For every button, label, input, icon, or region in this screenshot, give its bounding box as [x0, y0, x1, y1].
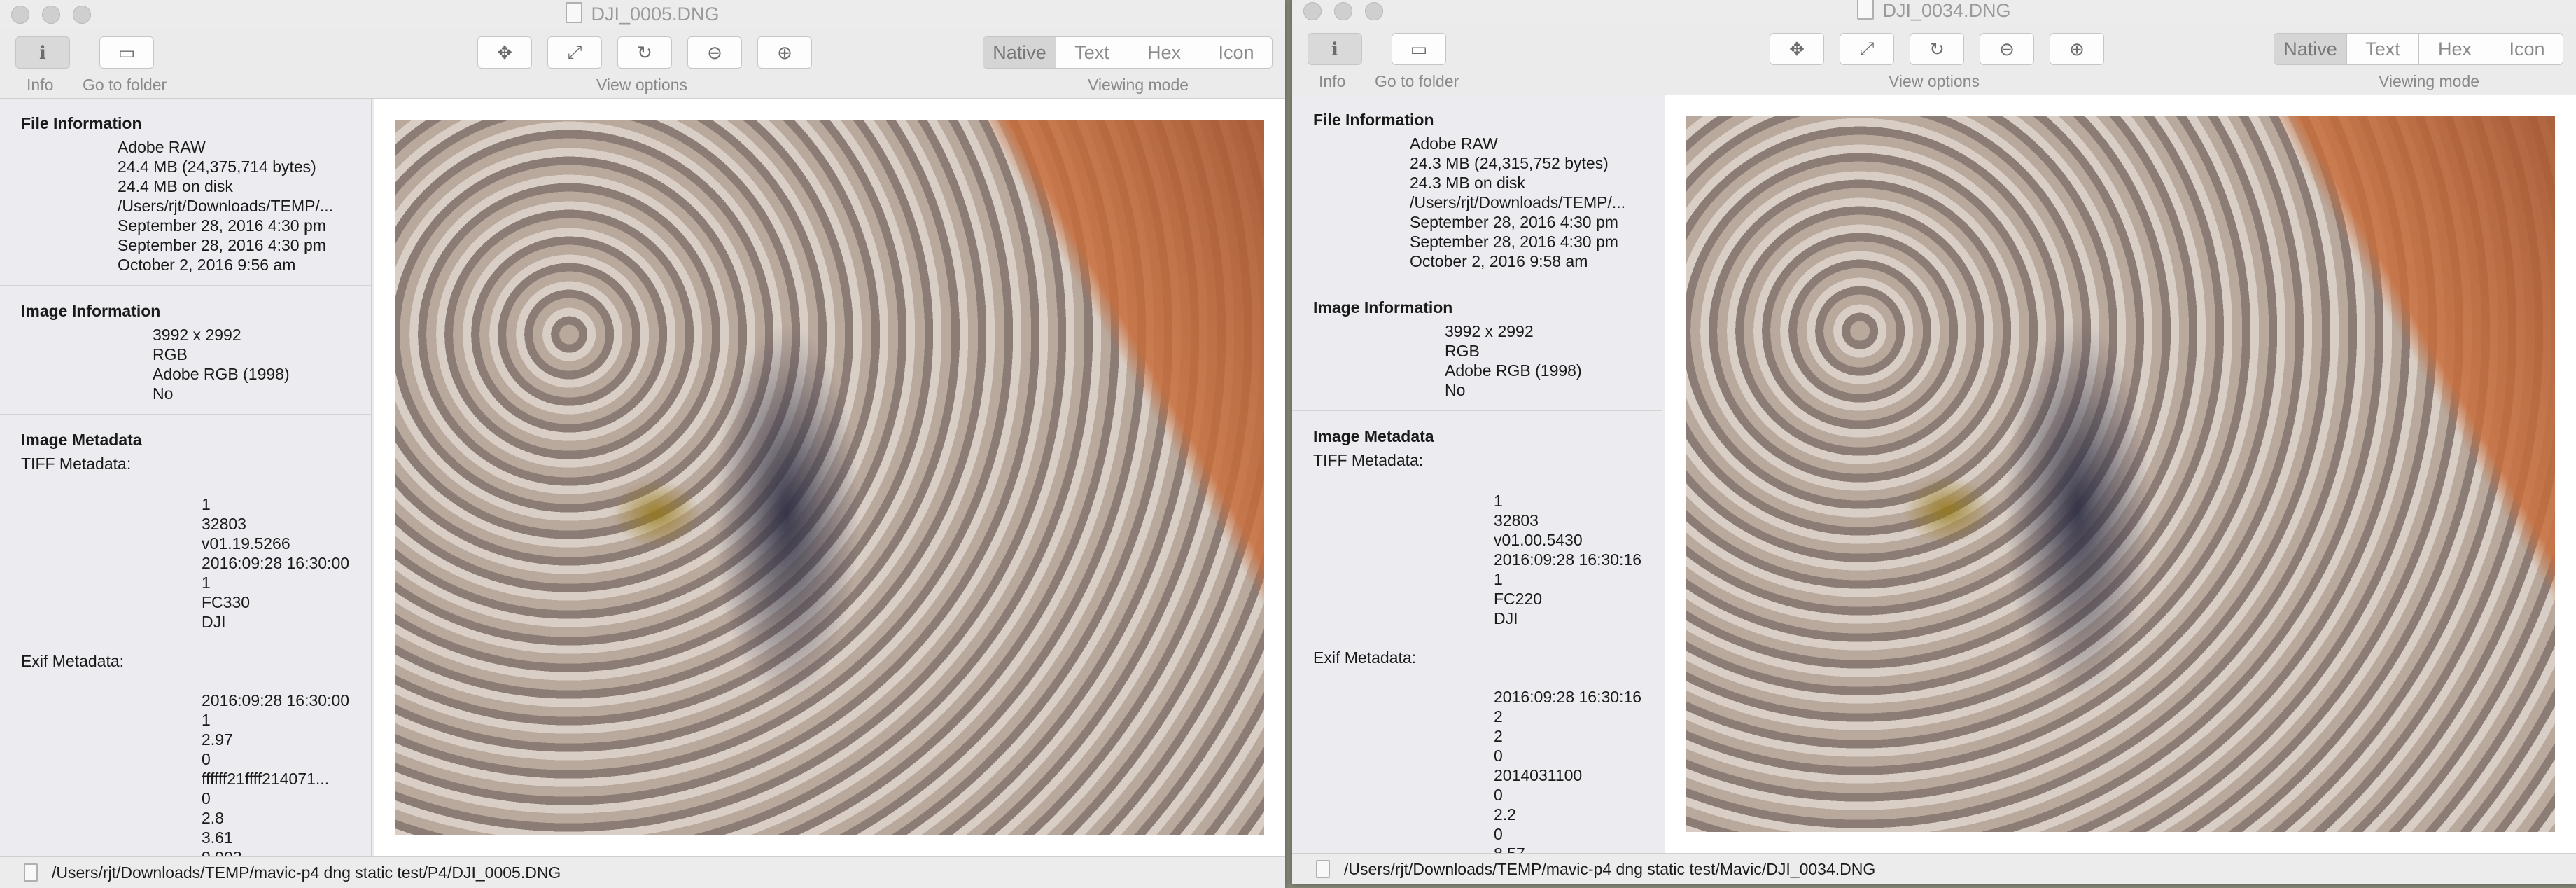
- zoom-in-icon: ⊕: [2069, 38, 2085, 60]
- minimize-button[interactable]: [1334, 2, 1352, 20]
- pan-button[interactable]: ✥: [1770, 33, 1824, 65]
- window-title: DJI_0005.DNG: [591, 4, 720, 25]
- folder-icon: ▭: [118, 41, 136, 63]
- image-view[interactable]: [1665, 95, 2576, 853]
- divider: [0, 414, 371, 415]
- viewing-mode-control: Native Text Hex Icon: [983, 36, 1273, 69]
- viewing-mode-label: Viewing mode: [1088, 76, 1189, 94]
- document-icon: [1857, 0, 1875, 20]
- info-label: Info: [27, 76, 54, 94]
- file-path[interactable]: /Users/rjt/Downloads/TEMP/mavic-p4 dng s…: [1344, 860, 1875, 878]
- view-options-label: View options: [1889, 72, 1980, 90]
- divider: [1292, 410, 1662, 411]
- folder-icon: ▭: [1410, 38, 1428, 60]
- expand-icon: ⤢: [567, 41, 582, 62]
- mode-text[interactable]: Text: [2347, 34, 2419, 64]
- mode-hex[interactable]: Hex: [1128, 37, 1200, 68]
- mode-icon[interactable]: Icon: [1200, 37, 1272, 68]
- info-label: Info: [1319, 72, 1346, 90]
- tiff-heading: TIFF Metadata:: [21, 455, 132, 473]
- go-to-folder-label: Go to folder: [1375, 72, 1460, 90]
- mode-text[interactable]: Text: [1056, 37, 1128, 68]
- pan-button[interactable]: ✥: [477, 36, 532, 69]
- go-to-folder-button[interactable]: ▭: [1392, 33, 1446, 65]
- viewing-mode-control: Native Text Hex Icon: [2274, 33, 2563, 65]
- tiff-heading: TIFF Metadata:: [1313, 451, 1424, 469]
- rotate-button[interactable]: ↻: [1910, 33, 1964, 65]
- document-icon: [566, 2, 583, 23]
- view-options-label: View options: [596, 76, 687, 94]
- info-button[interactable]: ℹ: [1308, 33, 1362, 65]
- go-to-folder-label: Go to folder: [83, 76, 167, 94]
- expand-icon: ⤢: [1859, 38, 1875, 59]
- zoom-in-button[interactable]: ⊕: [757, 36, 812, 69]
- info-button[interactable]: ℹ: [15, 36, 70, 69]
- info-sidebar[interactable]: File Information Kind:Adobe RAW Size:24.…: [0, 99, 372, 856]
- photo-preview: [1686, 116, 2555, 832]
- move-icon: ✥: [497, 41, 512, 63]
- info-icon: ℹ: [39, 41, 46, 63]
- zoom-out-icon: ⊖: [1999, 38, 2015, 60]
- rotate-icon: ↻: [1929, 38, 1945, 60]
- image-info-heading: Image Information: [21, 302, 161, 320]
- toolbar: ℹ Info ▭ Go to folder ✥ ⤢ ↻ ⊖ ⊕ View opt…: [1292, 25, 2576, 95]
- path-bar: /Users/rjt/Downloads/TEMP/mavic-p4 dng s…: [1292, 853, 2576, 884]
- file-info-heading: File Information: [21, 114, 142, 132]
- minimize-button[interactable]: [42, 6, 60, 24]
- zoom-button[interactable]: [1365, 2, 1383, 20]
- window-dji-0005: DJI_0005.DNG ℹ Info ▭ Go to folder ✥ ⤢ ↻…: [0, 0, 1285, 888]
- exif-heading: Exif Metadata:: [1313, 648, 1417, 667]
- photo-preview: [396, 120, 1264, 835]
- zoom-button[interactable]: [73, 6, 91, 24]
- image-view[interactable]: [374, 99, 1285, 856]
- path-bar: /Users/rjt/Downloads/TEMP/mavic-p4 dng s…: [0, 856, 1285, 888]
- file-path[interactable]: /Users/rjt/Downloads/TEMP/mavic-p4 dng s…: [52, 863, 561, 882]
- exif-heading: Exif Metadata:: [21, 652, 125, 670]
- window-title: DJI_0034.DNG: [1882, 0, 2011, 21]
- rotate-button[interactable]: ↻: [617, 36, 672, 69]
- mode-hex[interactable]: Hex: [2419, 34, 2491, 64]
- metadata-heading: Image Metadata: [21, 431, 142, 449]
- rotate-icon: ↻: [637, 41, 652, 63]
- divider: [0, 285, 371, 286]
- fit-button[interactable]: ⤢: [547, 36, 602, 69]
- image-info-heading: Image Information: [1313, 298, 1453, 317]
- window-controls: [1303, 2, 1383, 20]
- move-icon: ✥: [1789, 38, 1805, 60]
- zoom-out-button[interactable]: ⊖: [687, 36, 742, 69]
- go-to-folder-button[interactable]: ▭: [99, 36, 154, 69]
- window-dji-0034: DJI_0034.DNG ℹ Info ▭ Go to folder ✥ ⤢ ↻…: [1292, 0, 2576, 884]
- info-icon: ℹ: [1331, 38, 1338, 60]
- mode-native[interactable]: Native: [2274, 34, 2347, 64]
- zoom-in-button[interactable]: ⊕: [2050, 33, 2104, 65]
- titlebar[interactable]: DJI_0005.DNG: [0, 0, 1285, 28]
- window-controls: [11, 6, 91, 24]
- zoom-out-button[interactable]: ⊖: [1980, 33, 2034, 65]
- titlebar[interactable]: DJI_0034.DNG: [1292, 0, 2576, 25]
- zoom-in-icon: ⊕: [777, 41, 792, 63]
- close-button[interactable]: [1303, 2, 1322, 20]
- info-sidebar[interactable]: File Information Kind:Adobe RAW Size:24.…: [1292, 95, 1662, 853]
- file-icon: [24, 863, 38, 882]
- viewing-mode-label: Viewing mode: [2379, 72, 2480, 90]
- mode-native[interactable]: Native: [983, 37, 1056, 68]
- close-button[interactable]: [11, 6, 29, 24]
- file-info-heading: File Information: [1313, 111, 1434, 129]
- metadata-heading: Image Metadata: [1313, 427, 1434, 445]
- toolbar: ℹ Info ▭ Go to folder ✥ ⤢ ↻ ⊖ ⊕ View opt…: [0, 28, 1285, 99]
- fit-button[interactable]: ⤢: [1840, 33, 1894, 65]
- mode-icon[interactable]: Icon: [2491, 34, 2563, 64]
- file-icon: [1316, 860, 1330, 878]
- zoom-out-icon: ⊖: [707, 41, 722, 63]
